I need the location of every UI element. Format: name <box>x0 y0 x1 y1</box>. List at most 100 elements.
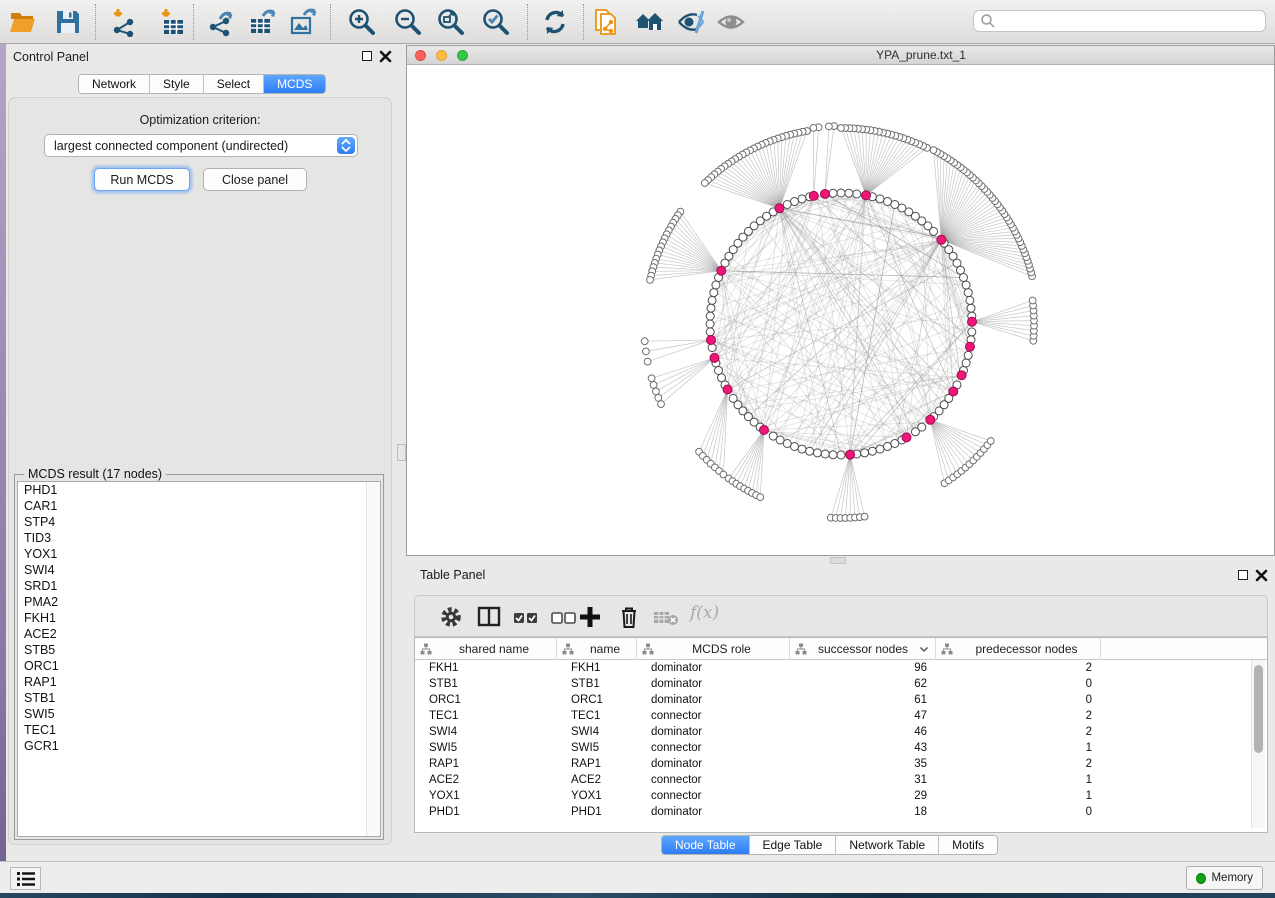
tab-select[interactable]: Select <box>203 75 263 93</box>
run-mcds-button[interactable]: Run MCDS <box>94 168 190 191</box>
ring-node[interactable] <box>710 289 718 297</box>
tab-network-table[interactable]: Network Table <box>835 836 938 854</box>
mcds-result-item[interactable]: CAR1 <box>18 498 380 514</box>
ring-node[interactable] <box>798 195 806 203</box>
zoom-selected-icon[interactable] <box>481 7 511 37</box>
table-row[interactable]: YOX1YOX1connector291 <box>415 788 1267 804</box>
mcds-hub-node[interactable] <box>949 387 958 396</box>
satellite-node[interactable] <box>643 348 650 355</box>
ring-node[interactable] <box>964 351 972 359</box>
mcds-hub-node[interactable] <box>926 415 935 424</box>
share-document-icon[interactable] <box>592 7 622 37</box>
ring-node[interactable] <box>783 440 791 448</box>
satellite-node[interactable] <box>987 438 994 445</box>
export-image-icon[interactable] <box>289 7 319 37</box>
control-panel-float-icon[interactable] <box>362 51 372 61</box>
mcds-hub-node[interactable] <box>760 426 769 435</box>
table-row[interactable]: RAP1RAP1dominator352 <box>415 756 1267 772</box>
mcds-result-item[interactable]: ACE2 <box>18 626 380 642</box>
table-row[interactable]: STB1STB1dominator620 <box>415 676 1267 692</box>
mcds-hub-node[interactable] <box>809 191 818 200</box>
tab-node-table[interactable]: Node Table <box>662 836 749 854</box>
ring-node[interactable] <box>715 367 723 375</box>
mcds-result-item[interactable]: SWI4 <box>18 562 380 578</box>
table-panel-float-icon[interactable] <box>1238 570 1248 580</box>
mcds-hub-node[interactable] <box>937 235 946 244</box>
ring-node[interactable] <box>783 201 791 209</box>
ring-node[interactable] <box>791 443 799 451</box>
mcds-hub-node[interactable] <box>710 353 719 362</box>
column-header-shared-name[interactable]: shared name <box>415 638 557 660</box>
satellite-node[interactable] <box>1029 297 1036 304</box>
mcds-result-item[interactable]: PMA2 <box>18 594 380 610</box>
ring-node[interactable] <box>798 445 806 453</box>
network-canvas[interactable] <box>407 65 1274 555</box>
satellite-node[interactable] <box>838 125 845 132</box>
add-column-icon[interactable] <box>578 605 602 629</box>
ring-node[interactable] <box>708 296 716 304</box>
satellite-node[interactable] <box>641 338 648 345</box>
ring-node[interactable] <box>891 201 899 209</box>
ring-node[interactable] <box>964 289 972 297</box>
criterion-dropdown[interactable]: largest connected component (undirected) <box>44 134 358 157</box>
show-columns-icon[interactable] <box>477 605 501 629</box>
mcds-result-item[interactable]: STB1 <box>18 690 380 706</box>
ring-node[interactable] <box>861 449 869 457</box>
mcds-hub-node[interactable] <box>707 336 716 345</box>
table-row[interactable]: ORC1ORC1dominator610 <box>415 692 1267 708</box>
mcds-result-list[interactable]: PHD1CAR1STP4TID3YOX1SWI4SRD1PMA2FKH1ACE2… <box>17 481 381 837</box>
satellite-node[interactable] <box>701 180 708 187</box>
vertical-splitter-handle[interactable] <box>397 444 406 461</box>
mcds-result-item[interactable]: RAP1 <box>18 674 380 690</box>
ring-node[interactable] <box>884 198 892 206</box>
ring-node[interactable] <box>837 189 845 197</box>
memory-button[interactable]: Memory <box>1186 866 1263 890</box>
mcds-result-item[interactable]: SWI5 <box>18 706 380 722</box>
mcds-hub-node[interactable] <box>966 342 975 351</box>
mcds-result-item[interactable]: YOX1 <box>18 546 380 562</box>
ring-node[interactable] <box>962 359 970 367</box>
satellite-node[interactable] <box>644 358 651 365</box>
tab-mcds[interactable]: MCDS <box>263 75 325 93</box>
mcds-result-item[interactable]: STP4 <box>18 514 380 530</box>
import-network-icon[interactable] <box>109 7 139 37</box>
satellite-node[interactable] <box>647 277 654 284</box>
hide-graphics-details-icon[interactable] <box>676 7 706 37</box>
task-history-button[interactable] <box>10 867 41 890</box>
mcds-result-item[interactable]: PHD1 <box>18 482 380 498</box>
satellite-node[interactable] <box>658 401 665 408</box>
deselect-all-icon[interactable] <box>551 605 575 629</box>
ring-node[interactable] <box>845 189 853 197</box>
ring-node[interactable] <box>829 451 837 459</box>
ring-node[interactable] <box>967 304 975 312</box>
delete-column-trash-icon[interactable] <box>617 605 641 629</box>
satellite-node[interactable] <box>648 375 655 382</box>
mcds-hub-node[interactable] <box>957 371 966 380</box>
column-header-name[interactable]: name <box>557 638 637 660</box>
home-networks-icon[interactable] <box>634 7 664 37</box>
mcds-hub-node[interactable] <box>821 190 830 199</box>
save-session-icon[interactable] <box>53 7 83 37</box>
ring-node[interactable] <box>791 198 799 206</box>
window-minimize-traffic-light[interactable] <box>436 50 447 61</box>
ring-node[interactable] <box>966 296 974 304</box>
ring-node[interactable] <box>837 451 845 459</box>
search-field[interactable] <box>973 10 1266 32</box>
table-scrollbar-thumb[interactable] <box>1254 665 1263 753</box>
ring-node[interactable] <box>813 449 821 457</box>
mcds-list-scrollbar[interactable] <box>366 482 380 836</box>
table-panel-close-icon[interactable] <box>1255 569 1268 582</box>
mcds-result-item[interactable]: FKH1 <box>18 610 380 626</box>
ring-node[interactable] <box>821 450 829 458</box>
mcds-hub-node[interactable] <box>723 385 732 394</box>
mcds-hub-node[interactable] <box>717 266 726 275</box>
satellite-node[interactable] <box>757 494 764 501</box>
ring-node[interactable] <box>968 328 976 336</box>
mcds-result-item[interactable]: TID3 <box>18 530 380 546</box>
ring-node[interactable] <box>706 328 714 336</box>
ring-node[interactable] <box>706 320 714 328</box>
open-file-icon[interactable] <box>8 7 38 37</box>
table-settings-gear-icon[interactable] <box>439 605 463 629</box>
horizontal-splitter-handle[interactable] <box>830 557 846 564</box>
mcds-result-item[interactable]: SRD1 <box>18 578 380 594</box>
